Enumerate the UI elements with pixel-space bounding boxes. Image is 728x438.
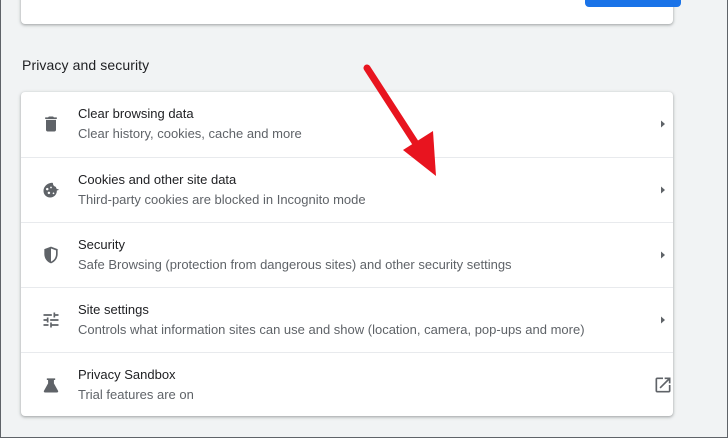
trash-icon [41, 114, 61, 134]
privacy-security-card: Clear browsing data Clear history, cooki… [21, 92, 673, 416]
chevron-right-icon[interactable] [653, 310, 673, 330]
open-in-new-icon[interactable] [653, 375, 673, 395]
chevron-right-icon[interactable] [653, 114, 673, 134]
row-description: Trial features are on [78, 387, 194, 402]
row-label: Privacy Sandbox [78, 367, 176, 382]
clear-browsing-data-row[interactable]: Clear browsing data Clear history, cooki… [21, 92, 673, 157]
row-description: Clear history, cookies, cache and more [78, 126, 302, 141]
row-description: Safe Browsing (protection from dangerous… [78, 257, 512, 272]
row-description: Third-party cookies are blocked in Incog… [78, 192, 366, 207]
previous-section-card [21, 0, 681, 24]
section-title: Privacy and security [22, 57, 150, 73]
row-label: Site settings [78, 302, 149, 317]
primary-action-button[interactable] [585, 0, 681, 7]
chevron-right-icon[interactable] [653, 180, 673, 200]
row-label: Cookies and other site data [78, 172, 237, 187]
privacy-sandbox-row[interactable]: Privacy Sandbox Trial features are on [21, 352, 673, 417]
row-label: Clear browsing data [78, 106, 194, 121]
cookies-row[interactable]: Cookies and other site data Third-party … [21, 157, 673, 222]
flask-icon [41, 375, 61, 395]
site-settings-row[interactable]: Site settings Controls what information … [21, 287, 673, 352]
shield-icon [41, 245, 61, 265]
security-row[interactable]: Security Safe Browsing (protection from … [21, 222, 673, 287]
row-description: Controls what information sites can use … [78, 322, 585, 337]
row-label: Security [78, 237, 125, 252]
tune-icon [41, 310, 61, 330]
chevron-right-icon[interactable] [653, 245, 673, 265]
cookie-icon [41, 180, 61, 200]
